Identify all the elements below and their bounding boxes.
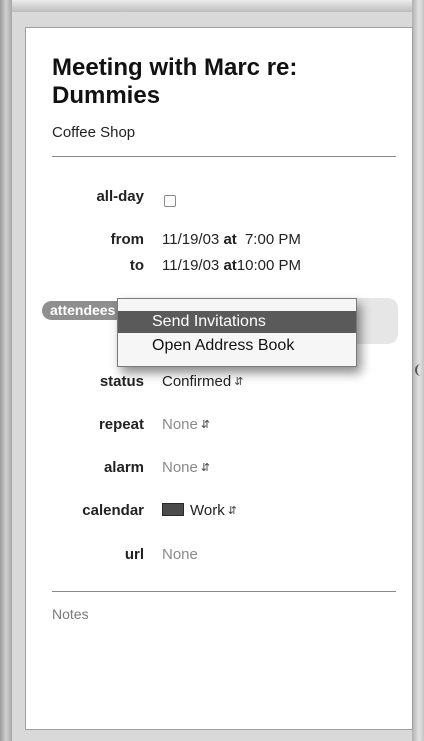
menu-item-open-address-book[interactable]: Open Address Book bbox=[118, 335, 356, 357]
all-day-checkbox[interactable] bbox=[164, 195, 176, 207]
alarm-value: None bbox=[162, 459, 198, 476]
to-label: to bbox=[129, 257, 144, 274]
from-label: from bbox=[110, 231, 144, 248]
menu-item-send-invitations[interactable]: Send Invitations bbox=[118, 311, 356, 333]
repeat-value: None bbox=[162, 416, 198, 433]
updown-arrows-icon: ⇵ bbox=[234, 376, 244, 388]
url-field[interactable]: None bbox=[162, 546, 198, 563]
window-top-edge bbox=[0, 0, 424, 12]
from-value[interactable]: 11/19/03 at 7:00 PM bbox=[162, 231, 301, 248]
event-info-drawer: Meeting with Marc re: Dummies Coffee Sho… bbox=[25, 27, 413, 730]
updown-arrows-icon: ⇵ bbox=[227, 505, 237, 517]
title-divider bbox=[52, 156, 396, 157]
event-location[interactable]: Coffee Shop bbox=[52, 124, 135, 141]
to-time[interactable]: 10:00 PM bbox=[237, 257, 301, 274]
resize-handle-icon[interactable] bbox=[415, 364, 422, 376]
calendar-color-swatch bbox=[162, 503, 184, 516]
status-value: Confirmed bbox=[162, 373, 232, 390]
to-date[interactable]: 11/19/03 bbox=[162, 257, 219, 274]
window-left-edge bbox=[0, 0, 12, 741]
from-date[interactable]: 11/19/03 bbox=[162, 231, 219, 248]
repeat-label: repeat bbox=[98, 416, 144, 433]
notes-field[interactable]: Notes bbox=[52, 606, 89, 622]
event-title[interactable]: Meeting with Marc re: Dummies bbox=[52, 54, 392, 110]
updown-arrows-icon: ⇵ bbox=[200, 419, 211, 431]
calendar-label: calendar bbox=[82, 502, 144, 519]
repeat-popup[interactable]: None ⇵ bbox=[162, 416, 210, 433]
attendees-context-menu: Send Invitations Open Address Book bbox=[117, 298, 357, 367]
to-value[interactable]: 11/19/03 at10:00 PM bbox=[162, 257, 301, 274]
url-label: url bbox=[124, 546, 144, 563]
alarm-label: alarm bbox=[103, 459, 144, 476]
from-time[interactable]: 7:00 PM bbox=[245, 231, 301, 248]
status-label: status bbox=[99, 373, 144, 390]
to-at: at bbox=[223, 257, 237, 274]
notes-divider bbox=[52, 591, 396, 592]
calendar-value: Work bbox=[190, 502, 225, 519]
attendees-label: attendees bbox=[50, 302, 116, 318]
updown-arrows-icon: ⇵ bbox=[200, 462, 211, 474]
drawer-resize-edge[interactable] bbox=[412, 0, 424, 741]
all-day-label: all-day bbox=[96, 188, 144, 205]
calendar-popup[interactable]: Work ⇵ bbox=[162, 502, 237, 519]
status-popup[interactable]: Confirmed ⇵ bbox=[162, 373, 243, 390]
from-at: at bbox=[223, 231, 237, 248]
alarm-popup[interactable]: None ⇵ bbox=[162, 459, 210, 476]
